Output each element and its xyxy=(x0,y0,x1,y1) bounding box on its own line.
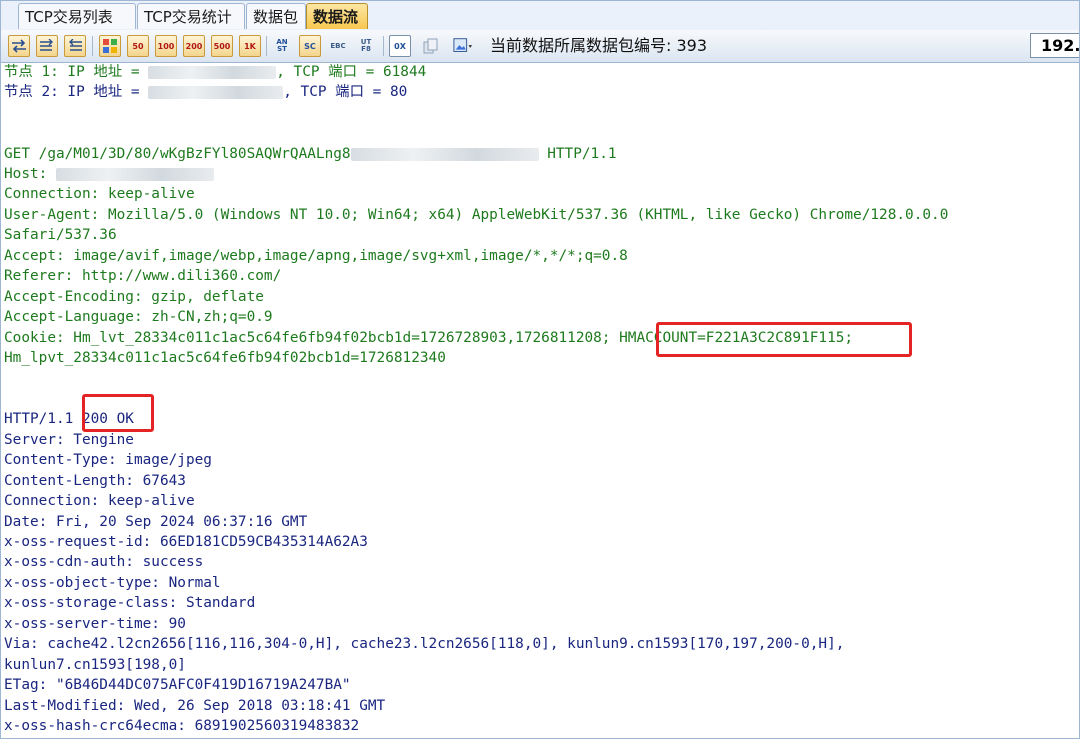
limit-50-button[interactable]: 50 xyxy=(127,35,149,57)
redacted-ip xyxy=(148,65,277,79)
accept-language-header: Accept-Language: zh-CN,zh;q=0.9 xyxy=(4,309,273,325)
tab-tcp-transaction-stats[interactable]: TCP交易统计 xyxy=(137,3,245,29)
tab-packets[interactable]: 数据包 xyxy=(246,3,306,29)
tab-data-stream[interactable]: 数据流 xyxy=(306,3,368,29)
accept-header: Accept: image/avif,image/webp,image/apng… xyxy=(4,248,628,264)
hmaccount-highlight-box xyxy=(656,322,912,357)
stream-reverse-icon[interactable] xyxy=(64,35,86,57)
referer-header: Referer: http://www.dili360.com/ xyxy=(4,268,282,284)
toolbar: 50 100 200 500 1K AN ST SC EBC UT F8 0X … xyxy=(0,30,1080,63)
node-1-line: 节点 1: IP 地址 = , TCP 端口 = 61844 xyxy=(4,64,427,80)
image-dropdown-icon[interactable] xyxy=(452,35,474,57)
connection-header: Connection: keep-alive xyxy=(4,186,195,202)
oss-object-type-header: x-oss-object-type: Normal xyxy=(4,575,221,591)
host-header: Host: xyxy=(4,164,214,184)
data-stream-view: 节点 1: IP 地址 = , TCP 端口 = 61844 节点 2: IP … xyxy=(4,62,1080,739)
node-2-line: 节点 2: IP 地址 = , TCP 端口 = 80 xyxy=(4,84,408,100)
request-line: GET /ga/M01/3D/80/wKgBzFYl80SAQWrQAALng8… xyxy=(4,146,617,162)
limit-100-button[interactable]: 100 xyxy=(155,35,177,57)
oss-storage-class-header: x-oss-storage-class: Standard xyxy=(4,595,256,611)
response-connection-header: Connection: keep-alive xyxy=(4,493,195,509)
toolbar-separator xyxy=(383,36,384,56)
user-agent-header: User-Agent: Mozilla/5.0 (Windows NT 10.0… xyxy=(4,207,949,223)
last-modified-header: Last-Modified: Wed, 26 Sep 2018 03:18:41… xyxy=(4,698,386,714)
content-length-header: Content-Length: 67643 xyxy=(4,473,186,489)
oss-hash-header: x-oss-hash-crc64ecma: 689190256031948383… xyxy=(4,718,360,734)
etag-header: ETag: "6B46D44DC075AFC0F419D16719A247BA" xyxy=(4,677,351,693)
tab-tcp-transaction-list[interactable]: TCP交易列表 xyxy=(18,3,136,29)
via-continuation: kunlun7.cn1593[198,0] xyxy=(4,657,186,673)
cookie-continuation: Hm_lpvt_28334c011c1ac5c64fe6fb94f02bcb1d… xyxy=(4,350,446,366)
accept-encoding-header: Accept-Encoding: gzip, deflate xyxy=(4,289,264,305)
redacted-ip xyxy=(148,85,284,99)
ansi-encoding-button[interactable]: AN ST xyxy=(271,35,293,57)
limit-1k-button[interactable]: 1K xyxy=(239,35,261,57)
sc-encoding-button[interactable]: SC xyxy=(299,35,321,57)
tab-strip: TCP交易列表 TCP交易统计 数据包 数据流 xyxy=(0,0,1080,31)
toolbar-separator xyxy=(266,36,267,56)
redacted-host xyxy=(55,167,214,181)
ebcdic-encoding-button[interactable]: EBC xyxy=(327,35,349,57)
server-header: Server: Tengine xyxy=(4,432,134,448)
stream-forward-icon[interactable] xyxy=(36,35,58,57)
limit-500-button[interactable]: 500 xyxy=(211,35,233,57)
limit-200-button[interactable]: 200 xyxy=(183,35,205,57)
user-agent-continuation: Safari/537.36 xyxy=(4,227,117,243)
content-type-header: Content-Type: image/jpeg xyxy=(4,452,212,468)
status-200-highlight-box xyxy=(82,394,154,432)
current-packet-number: 当前数据所属数据包编号: 393 xyxy=(490,36,708,55)
toolbar-separator xyxy=(92,36,93,56)
oss-cdn-auth-header: x-oss-cdn-auth: success xyxy=(4,554,204,570)
redacted-path xyxy=(350,147,539,161)
ip-address-field[interactable]: 192.1 xyxy=(1030,33,1080,58)
utf8-encoding-button[interactable]: UT F8 xyxy=(355,35,377,57)
oss-server-time-header: x-oss-server-time: 90 xyxy=(4,616,186,632)
date-header: Date: Fri, 20 Sep 2024 06:37:16 GMT xyxy=(4,514,308,530)
oss-request-id-header: x-oss-request-id: 66ED181CD59CB435314A62… xyxy=(4,534,368,550)
via-header: Via: cache42.l2cn2656[116,116,304-0,H], … xyxy=(4,636,845,652)
copy-stream-icon[interactable] xyxy=(420,35,442,57)
hex-view-button[interactable]: 0X xyxy=(389,35,411,57)
color-grid-icon[interactable] xyxy=(99,35,121,57)
stream-both-icon[interactable] xyxy=(8,35,30,57)
